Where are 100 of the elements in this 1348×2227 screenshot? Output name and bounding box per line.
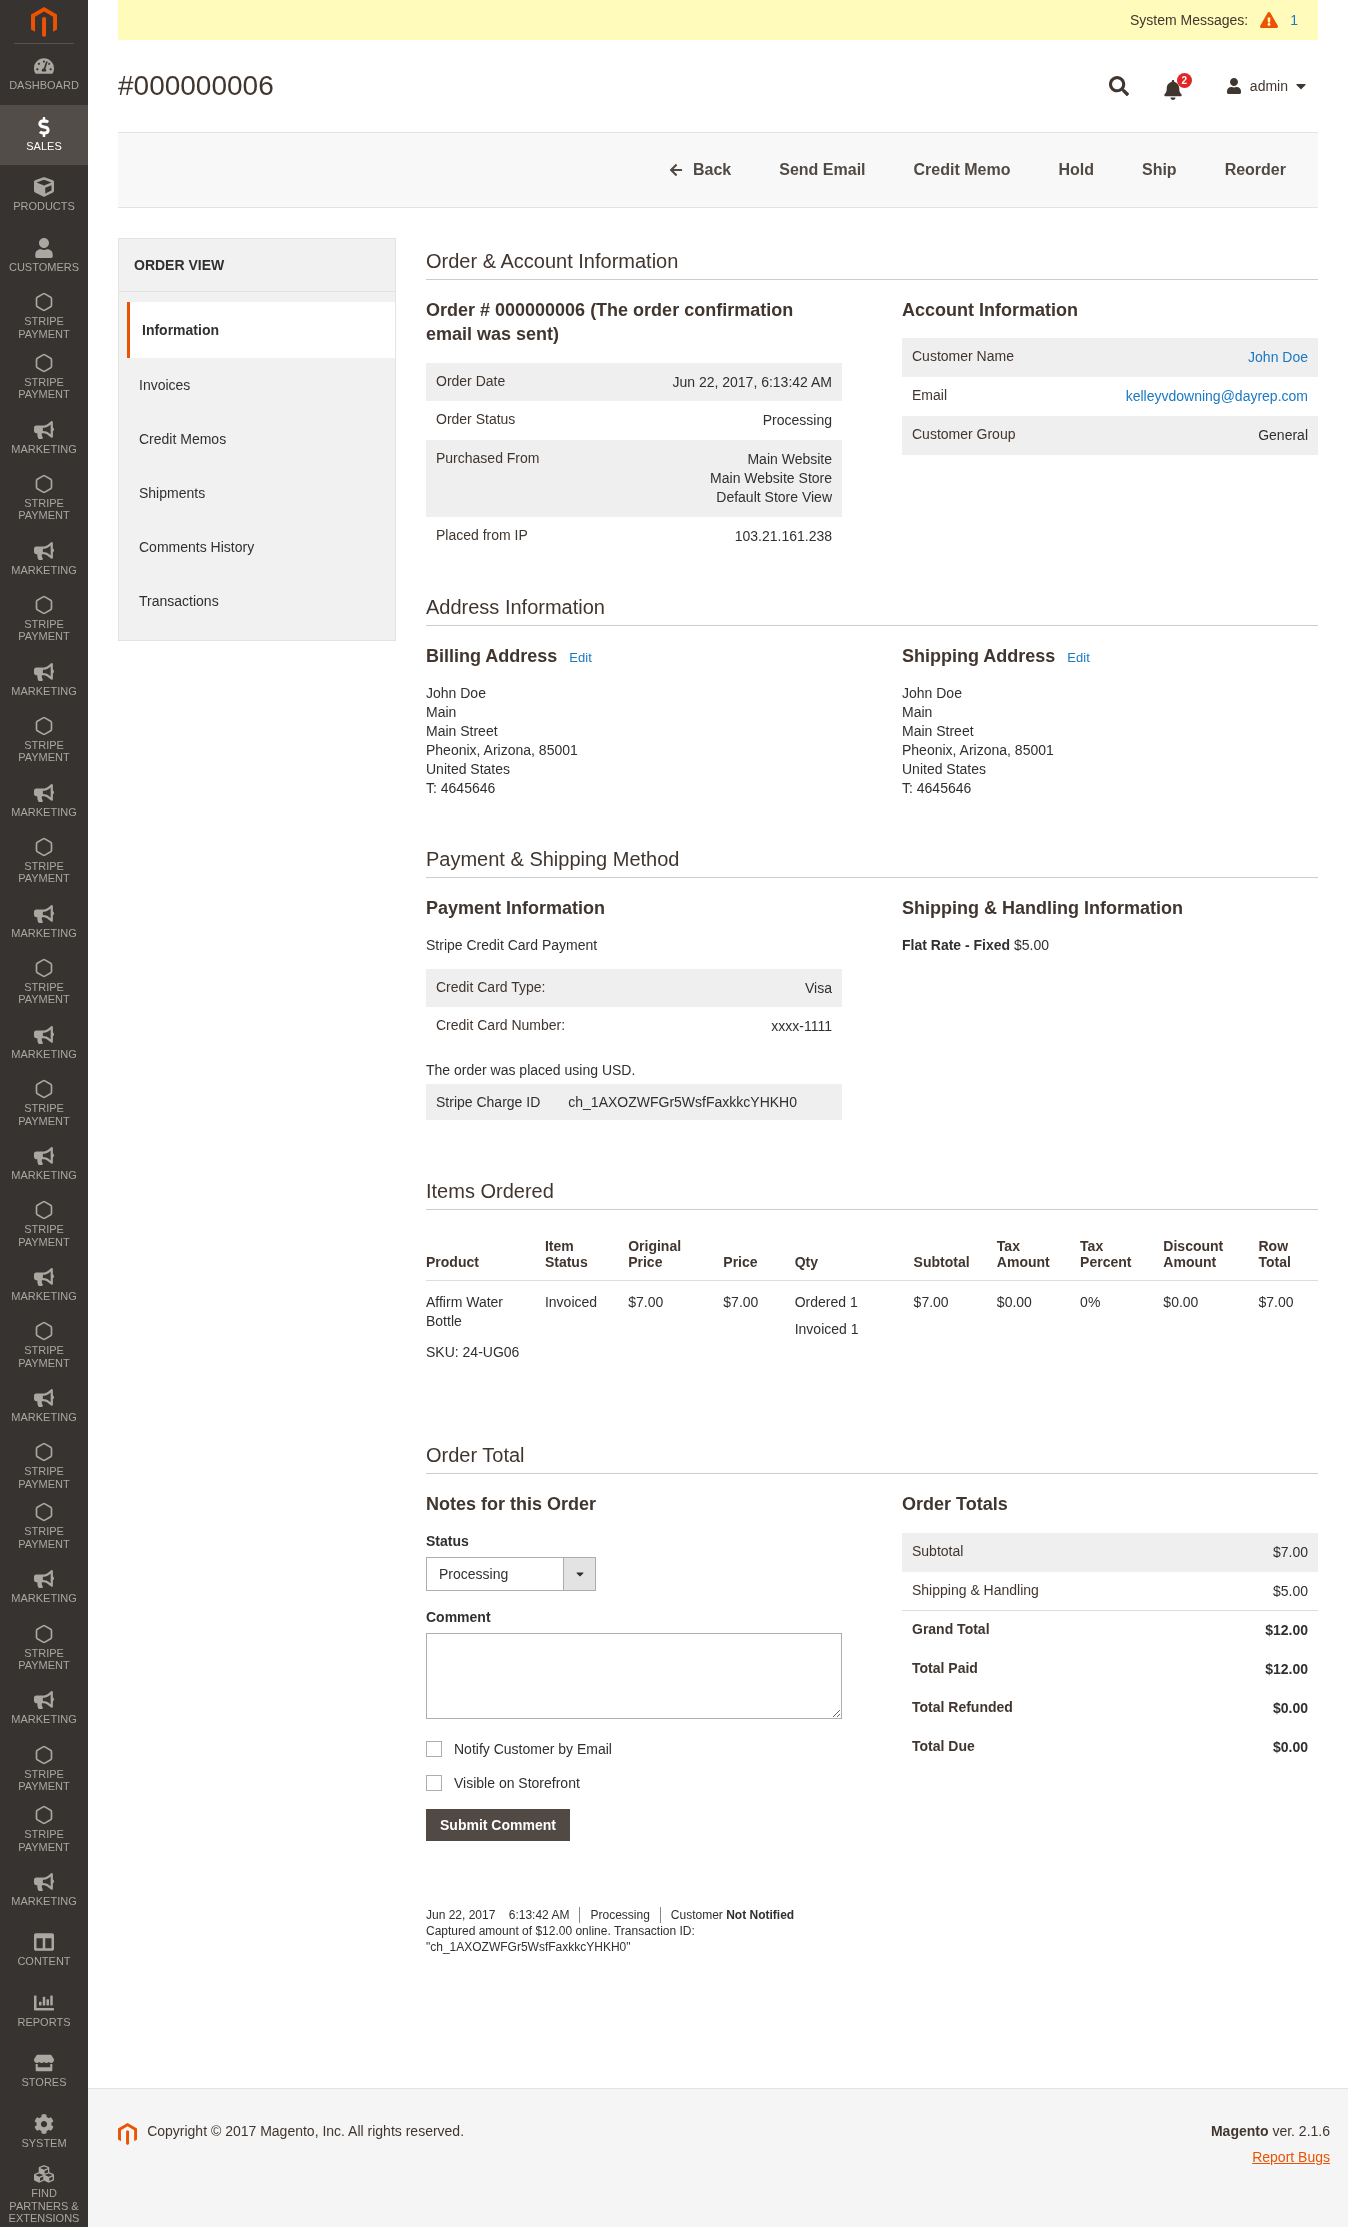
sidebar-item[interactable]: FIND PARTNERS & EXTENSIONS [0,2162,88,2227]
sidebar-item[interactable]: MARKETING [0,1677,88,1739]
sidebar-item[interactable]: MARKETING [0,1254,88,1315]
checkbox[interactable] [426,1774,442,1791]
hexagon-icon [34,1320,54,1341]
sidebar-item[interactable]: MARKETING [0,407,88,468]
edit-link[interactable]: Edit [1067,648,1090,667]
sidebar-item[interactable]: STRIPE PAYMENT [0,1738,88,1799]
table-cell: Email [902,377,1060,417]
edit-link[interactable]: Edit [569,648,592,667]
sidebar-item[interactable]: MARKETING [0,1012,88,1073]
nav-tab[interactable]: Invoices [119,358,395,412]
nav-tab[interactable]: Comments History [119,520,395,574]
logo-icon [118,2123,138,2145]
action-button[interactable]: Reorder [1200,153,1310,187]
logo-icon [30,6,58,37]
table-cell: Jun 22, 2017, 6:13:42 AM [595,362,842,402]
checkbox[interactable] [426,1740,442,1757]
sidebar-item[interactable]: MARKETING [0,1375,88,1436]
sidebar-item[interactable]: STORES [0,2041,88,2102]
megaphone-icon [34,1024,54,1045]
megaphone-icon [34,1871,54,1892]
hexagon-icon [34,1623,54,1644]
action-button[interactable]: Send Email [755,153,890,187]
status-select[interactable]: Processing [426,1556,596,1591]
sidebar-item[interactable]: STRIPE PAYMENT [0,830,88,892]
nav-tab[interactable]: Information [127,302,395,358]
user-menu[interactable]: admin [1225,78,1306,94]
gauge-icon [34,56,54,77]
megaphone-icon [34,1569,54,1590]
action-button[interactable]: Hold [1034,153,1118,187]
sidebar-item[interactable]: STRIPE PAYMENT [0,1617,88,1678]
sidebar-item[interactable]: DASHBOARD [0,44,88,105]
hexagon-icon [34,1805,54,1826]
megaphone-icon [34,903,54,924]
megaphone-icon [34,1387,54,1408]
hexagon-icon [34,715,54,736]
report-bugs-link[interactable]: Report Bugs [1252,2149,1330,2165]
action-button[interactable]: Ship [1117,153,1201,187]
column-header: Row Total [1258,1228,1318,1281]
sidebar-item[interactable]: STRIPE PAYMENT [0,1798,88,1860]
table-cell: Order Status [426,401,596,441]
table-cell: Invoiced [544,1280,629,1375]
payment-method: Stripe Credit Card Payment [426,936,599,953]
nav-tab[interactable]: Transactions [119,574,395,628]
notification-count: 2 [1176,72,1192,88]
megaphone-icon [34,419,54,440]
sidebar-item[interactable]: STRIPE PAYMENT [0,1193,88,1255]
sidebar-item[interactable]: STRIPE PAYMENT [0,1072,88,1134]
hexagon-icon [34,473,54,494]
sidebar-item[interactable]: STRIPE PAYMENT [0,467,88,529]
sidebar-item[interactable]: MARKETING [0,891,88,952]
box-icon [34,177,54,198]
nav-tab[interactable]: Credit Memos [119,412,395,466]
column-header: Subtotal [913,1228,997,1281]
comment-field[interactable] [426,1632,842,1719]
column-header: Item Status [544,1228,629,1281]
arrow-left-icon [669,163,683,177]
sidebar-item[interactable]: STRIPE PAYMENT [0,346,88,408]
sidebar-item[interactable]: STRIPE PAYMENT [0,588,88,650]
sidebar-item[interactable]: STRIPE PAYMENT [0,286,88,347]
sidebar-item[interactable]: CUSTOMERS [0,225,88,287]
page-title: #000000006 [118,70,275,102]
notifications-button[interactable]: 2 [1162,72,1192,100]
sidebar-item[interactable]: STRIPE PAYMENT [0,1314,88,1376]
sidebar-item[interactable]: MARKETING [0,1556,88,1618]
sidebar-item[interactable]: SYSTEM [0,2101,88,2163]
section-title: Order Total [426,1444,1318,1475]
table-cell: $0.00 [1163,1280,1259,1375]
gear-icon [34,2113,54,2134]
sidebar-item[interactable]: MARKETING [0,770,88,831]
table-link[interactable]: kelleyvdowning@dayrep.com [1059,377,1318,417]
sidebar-item[interactable]: MARKETING [0,649,88,710]
sidebar-item[interactable]: STRIPE PAYMENT [0,1496,88,1557]
field-label: Comment [426,1608,492,1625]
sidebar-item[interactable]: MARKETING [0,1859,88,1920]
table-cell: Subtotal [902,1532,1194,1572]
action-button[interactable]: Credit Memo [889,153,1035,187]
section-title: Order & Account Information [426,250,1318,280]
hexagon-icon [34,352,54,373]
action-button[interactable]: Back [645,153,756,187]
sidebar-item[interactable]: STRIPE PAYMENT [0,1435,88,1497]
section-title: Address Information [426,595,1318,626]
sidebar-item[interactable]: PRODUCTS [0,165,88,226]
sidebar-item[interactable]: STRIPE PAYMENT [0,951,88,1013]
layout-icon [34,1932,54,1953]
sidebar-item[interactable]: MARKETING [0,528,88,589]
sidebar-item[interactable]: REPORTS [0,1980,88,2041]
nav-tab[interactable]: Shipments [119,466,395,520]
payment-heading: Payment Information [426,897,606,921]
search-icon[interactable] [1108,76,1129,96]
history-note: Captured amount of $12.00 online. Transaction ID: "ch_1AXOZWFGr5WsfFaxkkcYHKH0" [426,1922,696,1955]
submit-comment-button[interactable]: Submit Comment [426,1808,570,1841]
sidebar-item[interactable]: CONTENT [0,1920,88,1981]
table-link[interactable]: John Doe [1059,338,1318,378]
sidebar-item[interactable]: STRIPE PAYMENT [0,709,88,771]
message-count-link[interactable]: 1 [1290,12,1298,28]
megaphone-icon [34,1145,54,1166]
sidebar-item[interactable]: SALES [0,104,88,166]
sidebar-item[interactable]: MARKETING [0,1133,88,1194]
